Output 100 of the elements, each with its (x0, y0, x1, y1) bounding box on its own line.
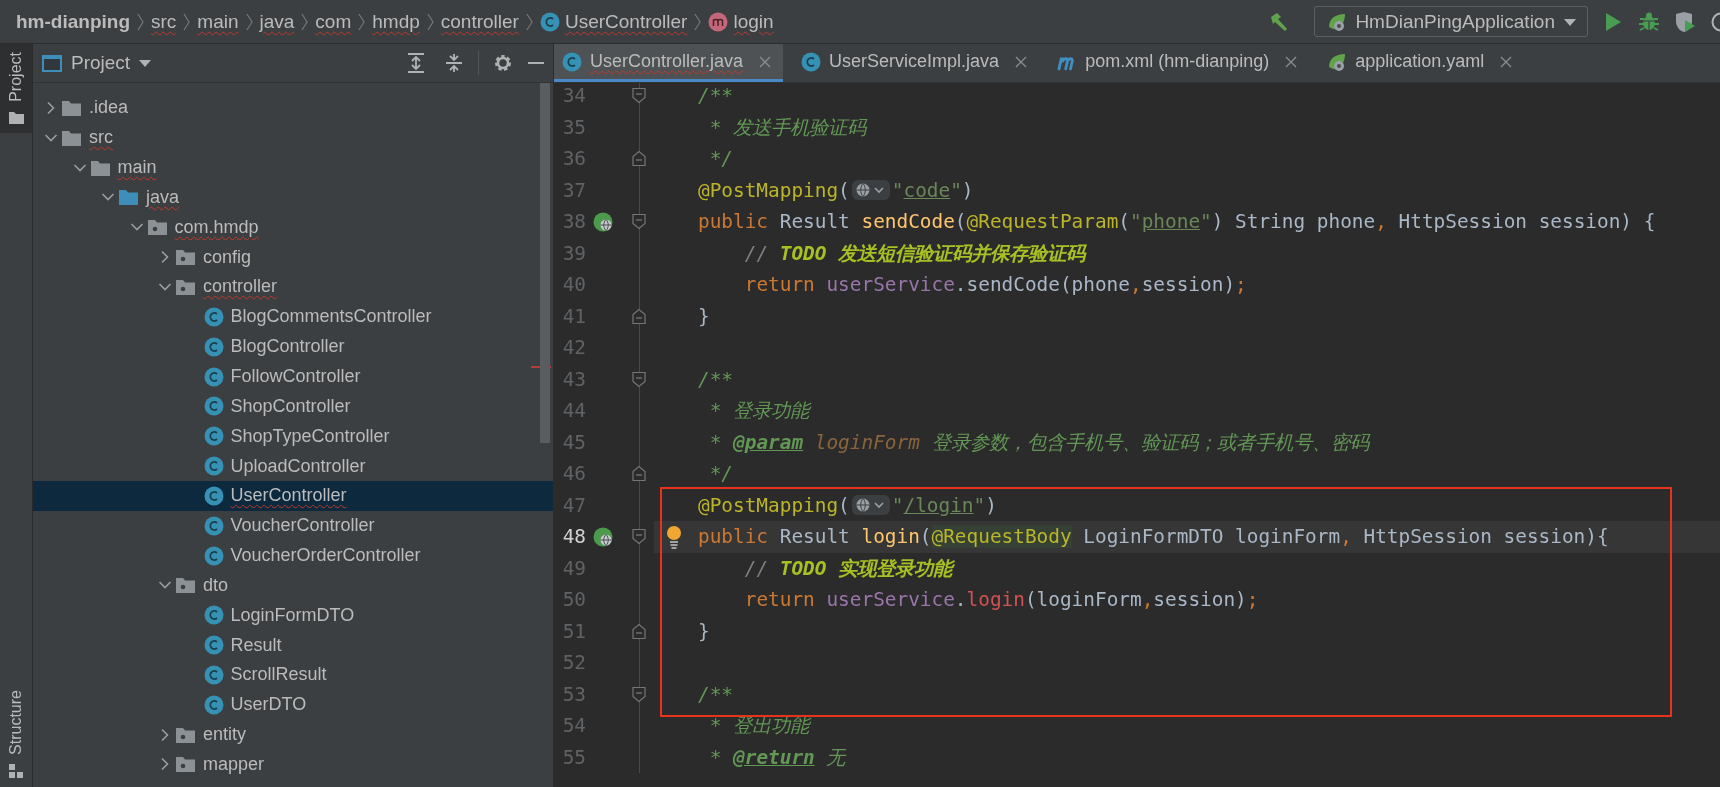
code-text: * @return 无 (709, 744, 846, 771)
tree-item[interactable]: src (33, 122, 553, 153)
code-text: * @param loginForm 登录参数，包含手机号、验证码；或者手机号、密码 (709, 429, 1369, 456)
fold-icon[interactable] (631, 307, 647, 325)
code-text: */ (709, 147, 734, 171)
class-icon (203, 336, 224, 357)
tree-item[interactable]: VoucherController (33, 510, 553, 541)
line-number: 54 (561, 714, 586, 738)
tree-item[interactable]: mapper (33, 749, 553, 780)
code-text: return userService.sendCode(phone,session); (744, 273, 1247, 297)
tree-item[interactable]: entity (33, 719, 553, 750)
tree-item[interactable]: ShopTypeController (33, 421, 553, 452)
line-number: 43 (561, 367, 586, 391)
breadcrumb-item[interactable]: login (708, 10, 774, 33)
fold-icon[interactable] (631, 465, 647, 483)
chevron-icon (693, 11, 703, 32)
package-icon (175, 248, 196, 267)
folder-icon (7, 109, 25, 125)
breadcrumb-item[interactable]: hm-dianping (16, 10, 130, 33)
tree-item[interactable]: BlogController (33, 331, 553, 362)
bug-icon[interactable] (1638, 10, 1660, 33)
line-number: 42 (561, 336, 586, 360)
tool-window-tab[interactable]: Project (0, 44, 32, 133)
package-icon (175, 755, 196, 774)
globe-icon[interactable] (851, 179, 890, 202)
fold-icon[interactable] (631, 87, 647, 105)
breadcrumb-item[interactable]: UserController (539, 10, 688, 33)
globe-icon[interactable] (851, 494, 890, 517)
line-number: 47 (561, 493, 586, 517)
run-configuration-dropdown[interactable]: HmDianPingApplication (1314, 6, 1588, 37)
code-text: // TODO 实现登录功能 (744, 555, 953, 582)
fold-icon[interactable] (631, 622, 647, 640)
tree-item[interactable]: ShopController (33, 391, 553, 422)
fold-icon[interactable] (631, 685, 647, 703)
line-number: 36 (561, 147, 586, 171)
line-number: 50 (561, 588, 586, 612)
globe-icon[interactable] (593, 526, 613, 547)
fold-icon[interactable] (631, 213, 647, 231)
code-text: /** (698, 84, 734, 108)
folder-icon (61, 128, 82, 147)
code-text: */ (709, 462, 734, 486)
code-text: * 登出功能 (709, 713, 810, 740)
lightbulb-icon[interactable] (665, 524, 683, 549)
package-icon (175, 278, 196, 296)
tree-item[interactable]: FollowController (33, 361, 553, 392)
code-text: "code") (891, 178, 974, 202)
tree-item[interactable]: config (33, 242, 553, 273)
package-icon (175, 725, 196, 744)
globe-icon[interactable] (593, 211, 613, 232)
code-text: /** (698, 367, 734, 391)
chevron-icon (524, 11, 534, 32)
scrollbar-thumb[interactable] (540, 83, 550, 443)
tree-item[interactable]: LoginFormDTO (33, 600, 553, 631)
fold-icon[interactable] (631, 370, 647, 388)
code-text: /** (698, 682, 734, 706)
line-number: 52 (561, 651, 586, 675)
leaf-icon (1327, 52, 1348, 71)
class-icon (203, 635, 224, 656)
line-number: 49 (561, 556, 586, 580)
tree-item[interactable]: .idea (33, 93, 553, 123)
tree-item[interactable]: UserDTO (33, 689, 553, 720)
tree-item[interactable]: UserController (33, 480, 553, 511)
tree-item[interactable]: main (33, 152, 553, 183)
breadcrumb-item[interactable]: java (259, 10, 295, 33)
breadcrumb-item[interactable]: main (197, 10, 239, 33)
tree-item[interactable]: com.hmdp (33, 212, 553, 243)
project-view-dropdown[interactable]: Project (41, 52, 153, 74)
chevron-icon (244, 11, 254, 32)
code-text: "/login") (891, 493, 997, 517)
collapse-all-icon[interactable] (444, 53, 464, 73)
tool-window-tab[interactable]: Structure (0, 682, 32, 787)
tree-item[interactable]: dto (33, 570, 553, 601)
settings-icon[interactable] (493, 53, 513, 73)
expand-all-icon[interactable] (406, 53, 426, 73)
tree-item[interactable]: java (33, 182, 553, 213)
editor-tab[interactable]: UserServiceImpl.java (793, 44, 1040, 82)
tree-item[interactable]: VoucherOrderController (33, 540, 553, 571)
code-text: } (698, 304, 710, 328)
line-number: 35 (561, 115, 586, 139)
editor-tab[interactable]: UserController.java (554, 44, 784, 82)
tree-item[interactable]: controller (33, 272, 553, 302)
tree-item[interactable]: UploadController (33, 451, 553, 481)
fold-icon[interactable] (631, 150, 647, 168)
line-number: 53 (561, 682, 586, 706)
breadcrumb-item[interactable]: src (151, 10, 177, 33)
fold-icon[interactable] (631, 528, 647, 546)
editor-tab[interactable]: pom.xml (hm-dianping) (1049, 44, 1310, 82)
tree-item[interactable]: Result (33, 630, 553, 661)
breadcrumb-item[interactable]: hmdp (372, 10, 420, 33)
line-number: 40 (561, 273, 586, 297)
class-icon (203, 515, 224, 536)
code-text: @PostMapping( (698, 493, 850, 517)
breadcrumb-item[interactable]: controller (440, 10, 519, 33)
editor-tab[interactable]: application.yaml (1319, 44, 1525, 82)
tree-item[interactable]: ScrollResult (33, 660, 553, 690)
shield-icon[interactable] (1674, 10, 1696, 33)
tree-item[interactable]: BlogCommentsController (33, 301, 553, 332)
breadcrumb-item[interactable]: com (315, 10, 352, 33)
error-stripe-mark (531, 366, 551, 368)
line-number: 39 (561, 241, 586, 265)
